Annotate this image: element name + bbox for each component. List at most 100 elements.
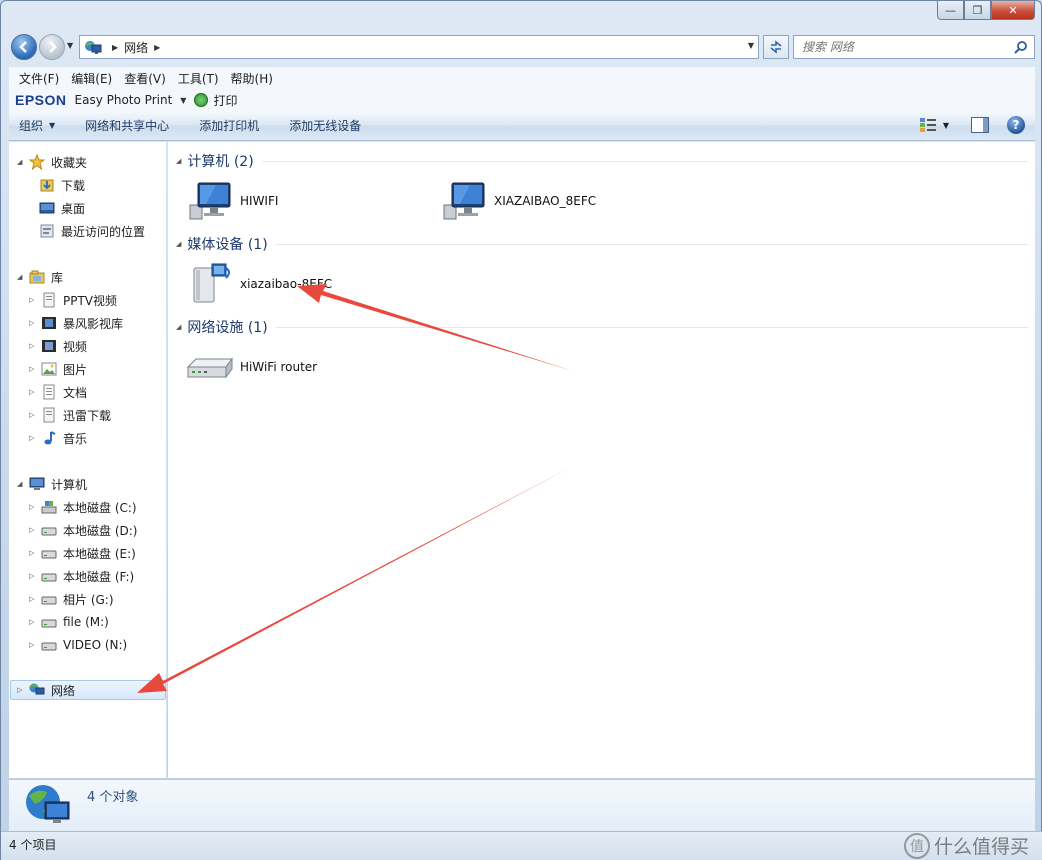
- menu-file[interactable]: 文件(F): [13, 70, 65, 87]
- expand-arrow-icon[interactable]: ▷: [29, 296, 39, 304]
- recent-pages-dropdown[interactable]: ▼: [67, 41, 73, 50]
- drive-icon: [41, 596, 57, 605]
- document-library-icon: [43, 292, 55, 308]
- collapse-arrow-icon[interactable]: ◢: [17, 273, 27, 281]
- tree-label: 最近访问的位置: [61, 224, 146, 239]
- organize-button[interactable]: 组织 ▼: [19, 117, 55, 134]
- expand-arrow-icon[interactable]: ▷: [29, 388, 39, 396]
- tree-label: 下载: [61, 178, 86, 193]
- tree-music[interactable]: ▷ 音乐: [29, 428, 87, 448]
- tree-drive-d[interactable]: ▷ 本地磁盘 (D:): [29, 520, 137, 540]
- tree-videos[interactable]: ▷ 视频: [29, 336, 87, 356]
- breadcrumb-separator[interactable]: ▶: [154, 43, 160, 52]
- preview-pane-icon[interactable]: [971, 117, 989, 133]
- menu-tools[interactable]: 工具(T): [172, 70, 225, 87]
- back-button[interactable]: [11, 34, 37, 60]
- tree-pictures[interactable]: ▷ 图片: [29, 359, 87, 379]
- collapse-arrow-icon[interactable]: ◢: [176, 323, 181, 331]
- expand-arrow-icon[interactable]: ▷: [29, 411, 39, 419]
- drive-icon: [41, 642, 57, 651]
- expand-arrow-icon[interactable]: ▷: [29, 618, 39, 626]
- chevron-down-icon: ▼: [49, 121, 56, 130]
- menu-help[interactable]: 帮助(H): [225, 70, 279, 87]
- address-history-dropdown[interactable]: ▼: [748, 41, 754, 50]
- details-pane: 4 个对象: [9, 779, 1035, 831]
- expand-arrow-icon[interactable]: ▷: [29, 572, 39, 580]
- expand-arrow-icon[interactable]: ▷: [29, 641, 39, 649]
- device-hiwifi[interactable]: HIWIFI: [186, 179, 278, 223]
- tree-desktop[interactable]: 桌面: [39, 198, 85, 218]
- expand-arrow-icon[interactable]: ▷: [29, 595, 39, 603]
- device-hiwifi-router[interactable]: HiWiFi router: [186, 345, 317, 389]
- epson-easy-photo-print-button[interactable]: Easy Photo Print: [75, 93, 173, 107]
- group-header-network-infrastructure[interactable]: ◢ 网络设施 (1): [176, 317, 1028, 337]
- drive-icon: [41, 550, 57, 559]
- collapse-arrow-icon[interactable]: ◢: [176, 240, 181, 248]
- tree-favorites[interactable]: ◢ 收藏夹: [17, 152, 87, 172]
- minimize-button[interactable]: —: [937, 1, 964, 20]
- group-header-computers[interactable]: ◢ 计算机 (2): [176, 151, 1028, 171]
- expand-arrow-icon[interactable]: ▷: [29, 526, 39, 534]
- search-box[interactable]: [793, 35, 1035, 59]
- tree-computer[interactable]: ◢ 计算机: [17, 474, 87, 494]
- expand-arrow-icon[interactable]: ▷: [17, 686, 27, 694]
- tree-drive-m[interactable]: ▷ file (M:): [29, 612, 109, 632]
- film-icon: [42, 317, 56, 329]
- device-xiazaibao-computer[interactable]: XIAZAIBAO_8EFC: [440, 179, 596, 223]
- group-header-media-devices[interactable]: ◢ 媒体设备 (1): [176, 234, 1028, 254]
- breadcrumb-separator[interactable]: ▶: [112, 43, 118, 52]
- expand-arrow-icon[interactable]: ▷: [29, 365, 39, 373]
- tree-documents[interactable]: ▷ 文档: [29, 382, 87, 402]
- menu-view[interactable]: 查看(V): [118, 70, 172, 87]
- add-printer-button[interactable]: 添加打印机: [199, 117, 259, 134]
- group-label: 网络设施 (1): [187, 320, 268, 336]
- close-button[interactable]: ✕: [991, 1, 1035, 20]
- change-view-icon[interactable]: [919, 117, 937, 133]
- maximize-button[interactable]: ❐: [964, 1, 991, 20]
- tree-label: 迅雷下载: [63, 408, 112, 423]
- tree-downloads[interactable]: 下载: [39, 175, 85, 195]
- tree-drive-g[interactable]: ▷ 相片 (G:): [29, 589, 114, 609]
- expand-arrow-icon[interactable]: ▷: [29, 434, 39, 442]
- tree-pptv[interactable]: ▷ PPTV视频: [29, 290, 117, 310]
- views-dropdown[interactable]: ▼: [943, 121, 949, 130]
- device-xiazaibao-media[interactable]: xiazaibao-8EFC: [186, 262, 332, 306]
- search-input[interactable]: [802, 40, 1002, 54]
- expand-arrow-icon[interactable]: ▷: [29, 342, 39, 350]
- system-drive-icon: [41, 501, 57, 514]
- arrow-left-icon: [19, 41, 27, 53]
- tree-drive-c[interactable]: ▷ 本地磁盘 (C:): [29, 497, 137, 517]
- address-bar[interactable]: ▶ 网络 ▶ ▼: [79, 35, 759, 59]
- forward-button[interactable]: [39, 34, 65, 60]
- refresh-button[interactable]: [763, 35, 789, 59]
- breadcrumb-network[interactable]: 网络: [124, 39, 148, 56]
- help-icon[interactable]: ?: [1007, 116, 1025, 134]
- tree-drive-e[interactable]: ▷ 本地磁盘 (E:): [29, 543, 136, 563]
- expand-arrow-icon[interactable]: ▷: [29, 319, 39, 327]
- status-item-count: 4 个项目: [9, 838, 57, 852]
- tree-label: 暴风影视库: [63, 316, 124, 331]
- epson-dropdown[interactable]: ▼: [180, 96, 186, 105]
- collapse-arrow-icon[interactable]: ◢: [17, 480, 27, 488]
- tree-recent-places[interactable]: 最近访问的位置: [39, 221, 145, 241]
- expand-arrow-icon[interactable]: ▷: [29, 503, 39, 511]
- tree-thunder-downloads[interactable]: ▷ 迅雷下载: [29, 405, 111, 425]
- expand-arrow-icon[interactable]: ▷: [29, 549, 39, 557]
- search-icon[interactable]: [1014, 40, 1028, 54]
- network-sharing-center-button[interactable]: 网络和共享中心: [85, 117, 169, 134]
- tree-baofeng[interactable]: ▷ 暴风影视库: [29, 313, 123, 333]
- network-icon: [85, 41, 102, 54]
- explorer-window: — ❐ ✕ ▼ ▶ 网络 ▶ ▼ 搜索 网络 文件(F) 编辑(E) 查看(V)…: [0, 0, 1042, 860]
- menu-edit[interactable]: 编辑(E): [65, 70, 118, 87]
- tree-drive-f[interactable]: ▷ 本地磁盘 (F:): [29, 566, 134, 586]
- collapse-arrow-icon[interactable]: ◢: [17, 158, 27, 166]
- tree-network[interactable]: ▷ 网络: [10, 680, 166, 700]
- menu-bar: 文件(F) 编辑(E) 查看(V) 工具(T) 帮助(H): [9, 67, 1035, 89]
- organize-label: 组织: [19, 119, 44, 133]
- tree-libraries[interactable]: ◢ 库: [17, 267, 63, 287]
- tree-drive-n[interactable]: ▷ VIDEO (N:): [29, 635, 127, 655]
- add-wireless-device-button[interactable]: 添加无线设备: [289, 117, 361, 134]
- watermark: 值 什么值得买: [903, 832, 1029, 859]
- collapse-arrow-icon[interactable]: ◢: [176, 157, 181, 165]
- print-button[interactable]: 打印: [213, 92, 237, 109]
